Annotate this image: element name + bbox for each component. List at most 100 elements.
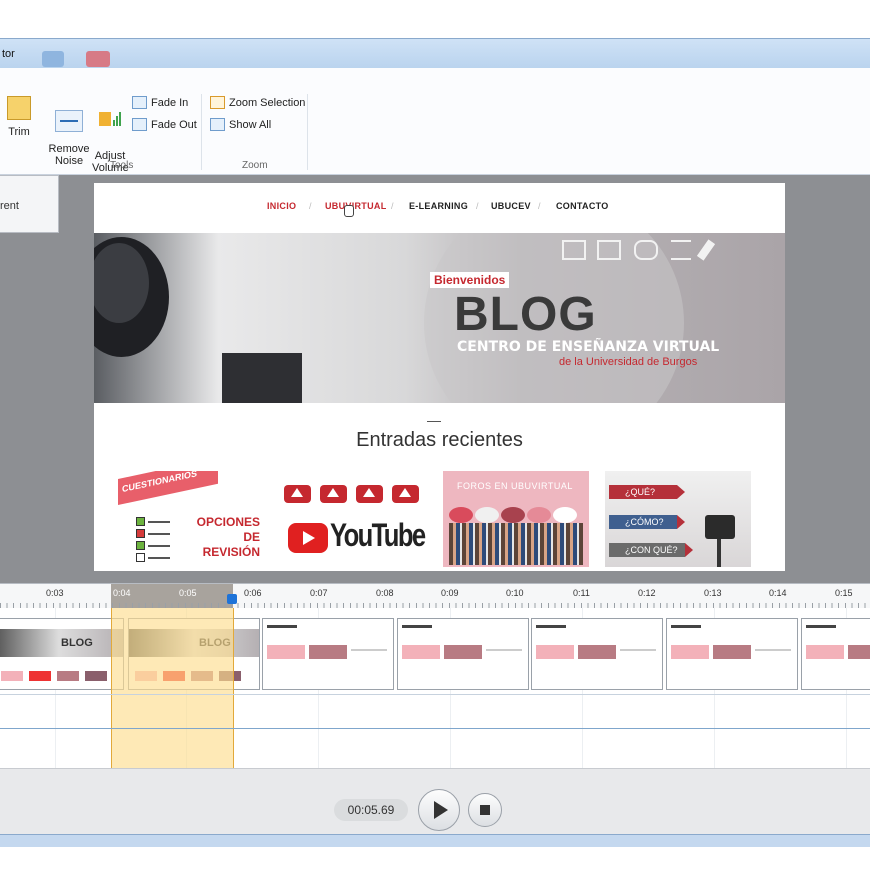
transport-bar: 00:05.69 [0,768,870,835]
bar [267,625,297,628]
show-all-icon [210,118,225,131]
text-lines-icon [671,240,691,260]
tick-label: 0:03 [46,588,64,598]
quick-access-record-icon[interactable] [86,51,110,67]
banner: CUESTIONARIOS [118,471,218,505]
upload-arrow-icon [320,485,347,503]
fade-out-label: Fade Out [151,118,197,131]
left-panel-label: rent [0,200,19,212]
video-frame[interactable] [262,618,394,690]
text: DE [243,530,260,544]
thumb-label: FOROS EN UBUVIRTUAL [457,481,573,491]
trim-button[interactable]: Trim [4,96,34,138]
pic [402,645,440,659]
nav-inicio: INICIO [267,201,297,211]
fade-out-button[interactable]: Fade Out [132,118,197,131]
track-line [0,694,870,695]
fade-out-icon [132,118,147,131]
nav-elearning: E-LEARNING [409,201,468,211]
playhead-handle[interactable] [227,594,237,604]
current-time: 00:05.69 [334,799,408,821]
show-all-button[interactable]: Show All [210,118,271,131]
timeline-tracks[interactable]: BLOG BLOG [0,608,870,768]
bar [671,625,701,628]
quick-access-icon[interactable] [42,51,64,67]
left-panel[interactable]: rent [0,175,59,233]
volume-icon [97,108,123,130]
camera-icon [705,515,735,539]
thumb-title: OPCIONES DE REVISIÓN [197,515,260,560]
tick-label: 0:08 [376,588,394,598]
hero-title: BLOG [454,288,597,341]
speech-bubble-icon [501,507,525,523]
pic [671,645,709,659]
image-icon [597,240,621,260]
pic [57,671,79,681]
bar [806,625,836,628]
tripod [717,539,721,567]
film-icon [562,240,586,260]
video-preview: INICIO / UBUVIRTUAL / E-LEARNING / UBUCE… [94,183,785,571]
remove-noise-button[interactable]: Remove Noise [48,98,90,179]
video-frame[interactable] [666,618,798,690]
tick-label: 0:10 [506,588,524,598]
stop-button[interactable] [468,793,502,827]
checkbox-checked-icon [136,541,145,550]
upload-arrow-icon [356,485,383,503]
title-bar: tor [0,38,870,69]
pic [267,645,305,659]
nav-separator: / [476,201,479,211]
line [148,557,170,559]
remove-noise-label: Remove Noise [48,143,90,167]
video-frame[interactable] [397,618,529,690]
nav-ubucev: UBUCEV [491,201,531,211]
line [148,521,170,523]
blog: BLOG [61,637,93,649]
hero-shape [222,353,302,403]
mouse-cursor-icon [344,205,354,217]
zoom-selection-button[interactable]: Zoom Selection [210,96,305,109]
pic [848,645,870,659]
pic [1,671,23,681]
adjust-volume-button[interactable]: Adjust Volume [92,96,129,186]
tick-label: 0:06 [244,588,262,598]
fade-in-label: Fade In [151,96,189,109]
pic [578,645,616,659]
play-button[interactable] [418,789,460,831]
tick-label: 0:15 [835,588,853,598]
youtube-play-icon [288,523,328,553]
pencil-icon [696,239,716,261]
hero-banner: Bienvenidos BLOG CENTRO DE ENSEÑANZA VIR… [94,233,785,403]
crowd-image [449,523,583,565]
bar [402,625,432,628]
checkbox-empty-icon [136,553,145,562]
fade-in-icon [132,96,147,109]
tick-label: 0:07 [310,588,328,598]
pic [309,645,347,659]
fade-in-button[interactable]: Fade In [132,96,188,109]
speech-bubble-icon [527,507,551,523]
text: REVISIÓN [202,545,260,559]
video-frame[interactable] [801,618,870,690]
timeline-selection[interactable] [111,608,234,768]
question-label: ¿QUÉ? [609,485,685,499]
ribbon-separator [307,94,308,170]
video-frame[interactable]: BLOG [0,618,124,690]
ribbon-tabs [0,68,870,91]
hero-university: de la Universidad de Burgos [559,356,698,368]
ribbon: Trim Remove Noise Adjust Volume Fade In … [0,90,870,175]
users-icon [634,240,658,260]
line [620,649,656,651]
line [148,545,170,547]
tick-label: 0:12 [638,588,656,598]
video-frame[interactable] [531,618,663,690]
text: OPCIONES [196,515,260,529]
zoom-selection-label: Zoom Selection [229,96,306,109]
timeline-ruler[interactable]: 0:03 0:04 0:05 0:06 0:07 0:08 0:09 0:10 … [0,583,870,609]
track-line [0,728,870,729]
post-thumbnail-preguntas: ¿QUÉ? ¿CÓMO? ¿CON QUÉ? [605,471,751,567]
recent-posts-heading: Entradas recientes [356,429,523,451]
pic [536,645,574,659]
post-thumbnail-cuestionarios: CUESTIONARIOS OPCIONES DE REVISIÓN [118,471,266,567]
tools-group-label: Tools [110,160,134,171]
